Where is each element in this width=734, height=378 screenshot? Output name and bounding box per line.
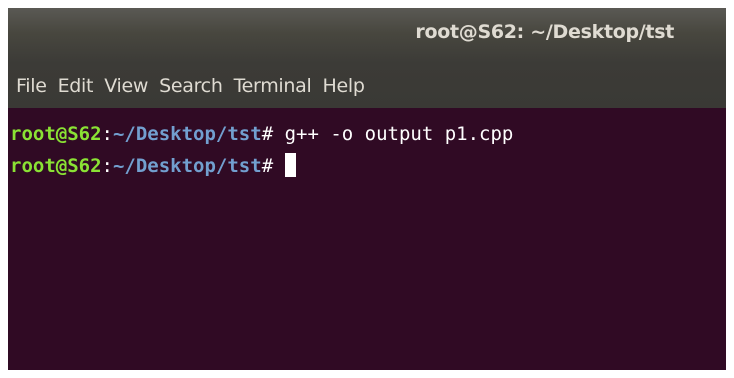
menu-help[interactable]: Help: [322, 75, 364, 97]
terminal-window: root@S62: ~/Desktop/tst File Edit View S…: [8, 8, 726, 370]
terminal-line-2: root@S62:~/Desktop/tst#: [10, 150, 726, 182]
prompt-separator: :: [101, 123, 113, 145]
menu-view[interactable]: View: [104, 75, 148, 97]
menu-bar: File Edit View Search Terminal Help: [8, 63, 726, 108]
prompt-user: root@S62: [10, 155, 102, 177]
prompt-user: root@S62: [10, 123, 102, 145]
prompt-path: ~/Desktop/tst: [112, 123, 262, 145]
prompt-separator: :: [101, 155, 113, 177]
prompt-char: #: [261, 123, 285, 145]
terminal-line-1: root@S62:~/Desktop/tst# g++ -o output p1…: [10, 118, 726, 150]
menu-search[interactable]: Search: [159, 75, 223, 97]
window-title: root@S62: ~/Desktop/tst: [415, 21, 674, 43]
command-text: g++ -o output p1.cpp: [284, 123, 514, 145]
terminal-output[interactable]: root@S62:~/Desktop/tst# g++ -o output p1…: [8, 108, 726, 370]
prompt-char: #: [261, 155, 285, 177]
menu-terminal[interactable]: Terminal: [234, 75, 312, 97]
prompt-path: ~/Desktop/tst: [112, 155, 262, 177]
title-bar[interactable]: root@S62: ~/Desktop/tst: [8, 8, 726, 63]
menu-file[interactable]: File: [16, 75, 47, 97]
text-cursor: [284, 153, 296, 177]
menu-edit[interactable]: Edit: [58, 75, 94, 97]
